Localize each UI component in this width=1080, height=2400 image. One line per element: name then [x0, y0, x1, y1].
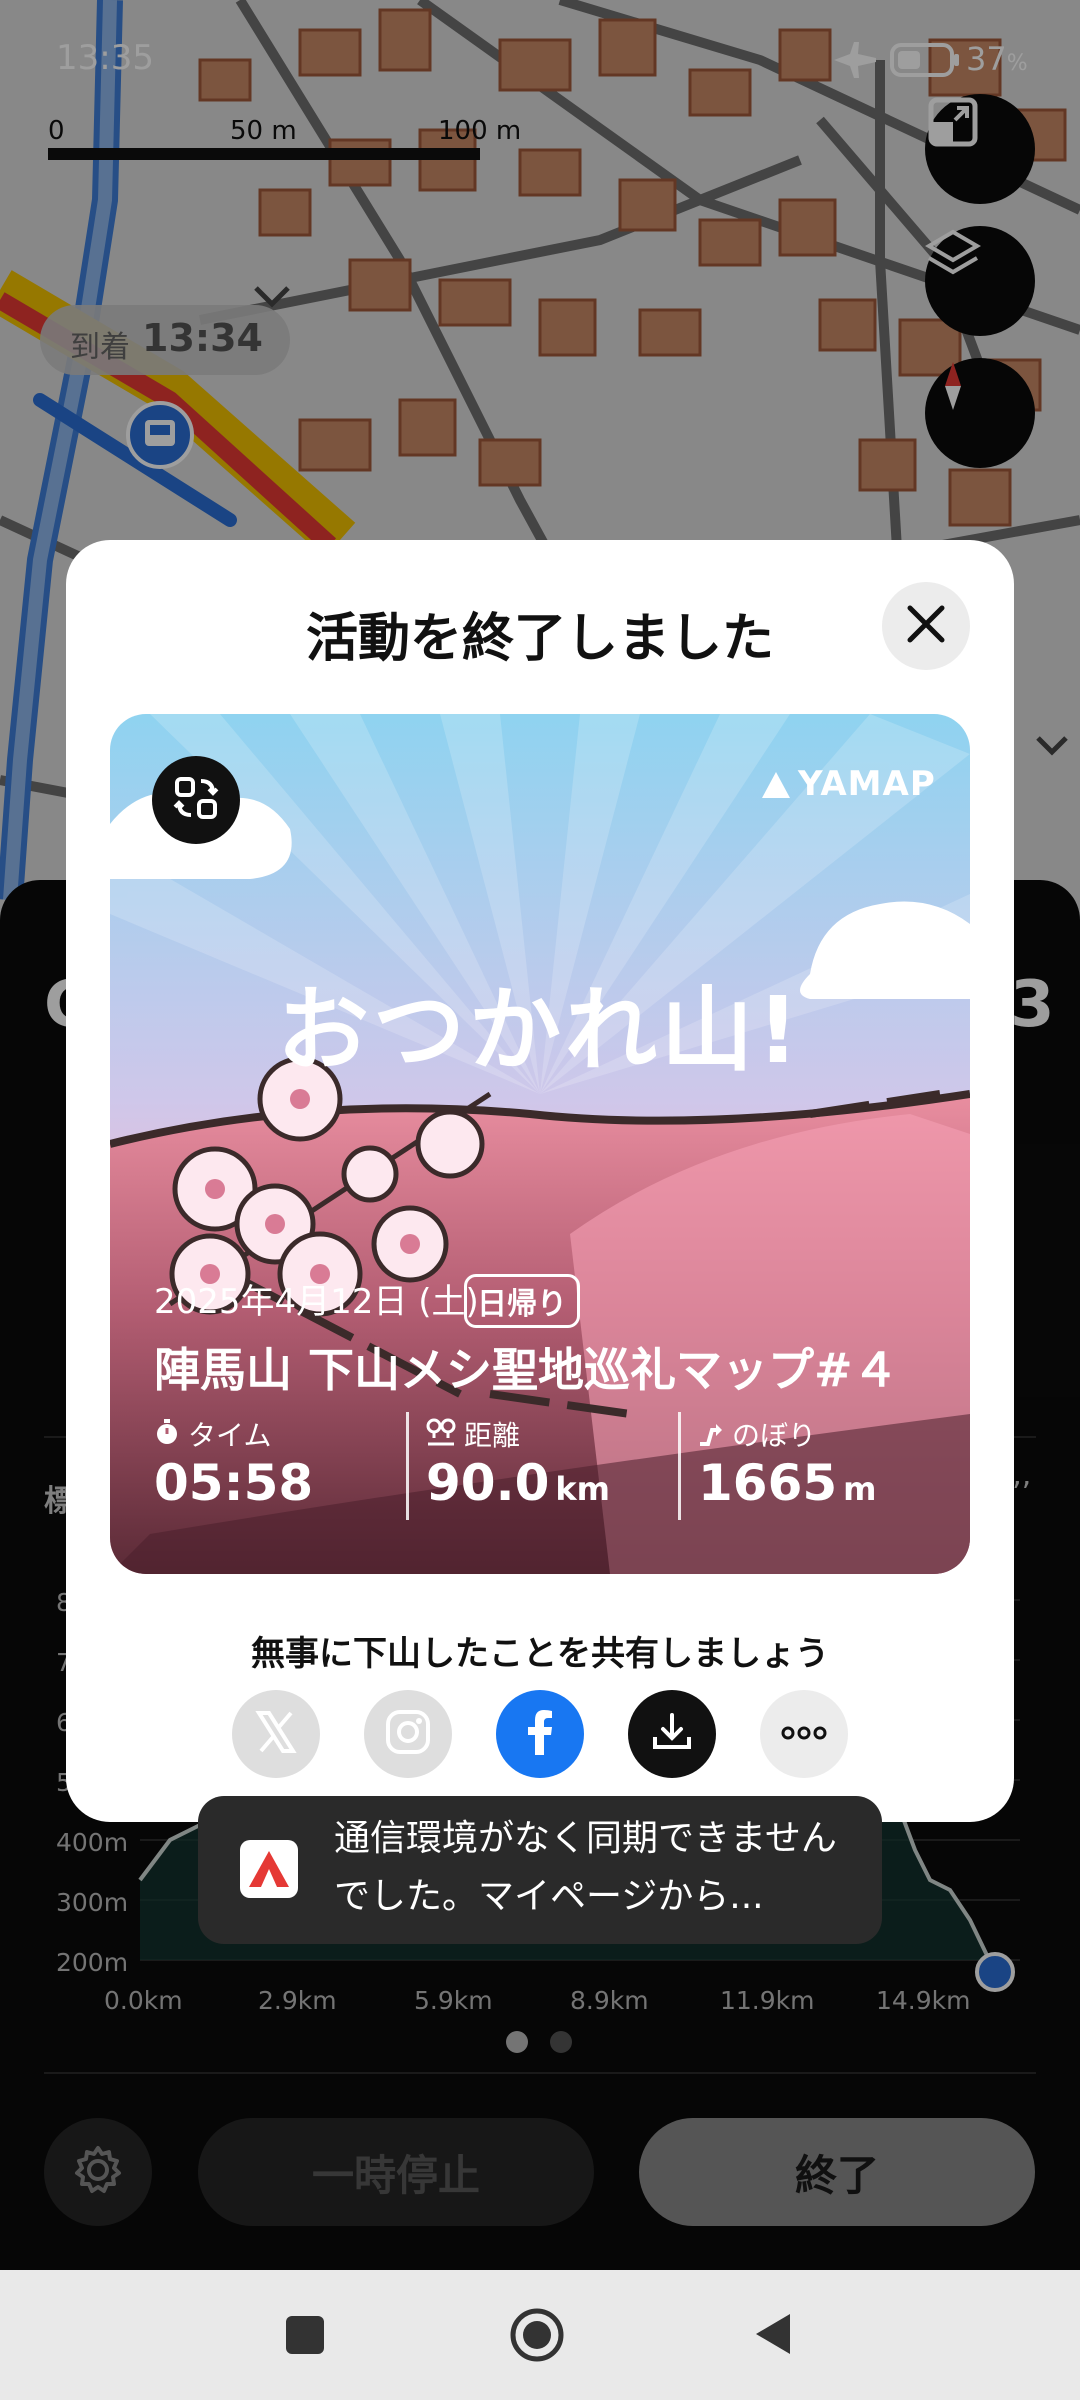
share-prompt: 無事に下山したことを共有しましょう: [251, 1634, 829, 1674]
system-nav-bar: [0, 2270, 1080, 2400]
swap-icon: [171, 773, 221, 827]
recents-button[interactable]: [286, 2316, 324, 2354]
distance-pin-icon: [426, 1418, 456, 1450]
share-x-button[interactable]: [232, 1690, 320, 1778]
stat-divider: [406, 1412, 409, 1520]
sync-error-toast[interactable]: 通信環境がなく同期できませんでした。マイページから...: [198, 1796, 882, 1944]
share-instagram-button[interactable]: [364, 1690, 452, 1778]
facebook-icon: [520, 1707, 560, 1761]
stat-time-label: タイム: [188, 1419, 272, 1452]
ascent-icon: [698, 1418, 724, 1450]
close-icon: [904, 602, 948, 650]
share-more-button[interactable]: [760, 1690, 848, 1778]
dialog-title: 活動を終了しました: [305, 609, 774, 669]
stat-ascent-unit: m: [843, 1470, 877, 1508]
stat-time-value: 05:58: [154, 1454, 314, 1512]
activity-name: 陣馬山 下山メシ聖地巡礼マップ#４: [154, 1343, 899, 1397]
instagram-icon: [384, 1708, 432, 1760]
stat-divider: [678, 1412, 681, 1520]
stat-distance-label: 距離: [464, 1419, 521, 1452]
download-icon: [649, 1709, 695, 1759]
switch-design-button[interactable]: [152, 756, 240, 844]
stat-ascent: のぼり 1665 m: [698, 1414, 877, 1512]
stopwatch-icon: [154, 1418, 180, 1450]
more-icon: [781, 1725, 827, 1744]
cheer-text: おつかれ山!: [277, 977, 803, 1084]
stat-distance: 距離 90.0 km: [426, 1414, 610, 1512]
day-trip-badge: 日帰り: [464, 1274, 580, 1328]
close-button[interactable]: [882, 582, 970, 670]
stat-distance-unit: km: [555, 1470, 610, 1508]
share-facebook-button[interactable]: [496, 1690, 584, 1778]
stat-ascent-value: 1665: [698, 1454, 838, 1512]
stat-distance-value: 90.0: [426, 1454, 550, 1512]
x-icon: [253, 1709, 299, 1759]
stat-ascent-label: のぼり: [732, 1419, 817, 1452]
stat-time: タイム 05:58: [154, 1414, 313, 1512]
back-button[interactable]: [752, 2310, 792, 2358]
toast-message: 通信環境がなく同期できませんでした。マイページから...: [334, 1818, 837, 1917]
brand-logo: YAMAP: [798, 764, 936, 804]
home-button[interactable]: [510, 2308, 564, 2362]
activity-date: 2025年4月12日 (土): [154, 1282, 479, 1322]
download-button[interactable]: [628, 1690, 716, 1778]
app-logo: [240, 1840, 298, 1898]
summary-card: YAMAP おつかれ山! 2025年4月12日 (土) 日帰り 陣馬山 下山メシ…: [110, 714, 970, 1574]
activity-finished-dialog: 活動を終了しました YAMAP おつかれ山! 2025年4月12日 (土) 日帰…: [66, 540, 1014, 1822]
